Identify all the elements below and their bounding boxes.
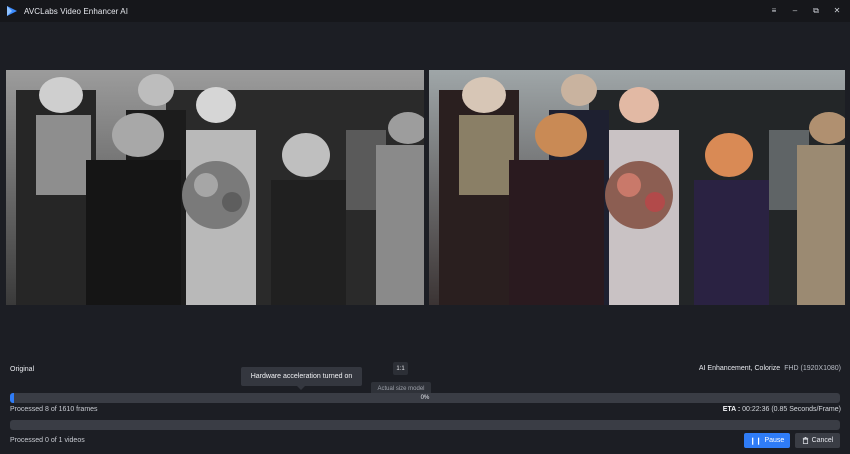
title-bar: AVCLabs Video Enhancer AI ≡ – ⧉ ✕ (0, 0, 850, 22)
pause-icon: ❙❙ (749, 437, 762, 445)
enhancement-mode-label: AI Enhancement, Colorize (698, 365, 781, 372)
close-icon[interactable]: ✕ (832, 6, 842, 16)
original-preview (6, 70, 424, 305)
trash-icon (802, 437, 808, 444)
resolution-label: FHD (1920X1080) (784, 365, 841, 372)
frames-progress-bar: 0% (10, 393, 840, 403)
cancel-button-label: Cancel (811, 437, 834, 444)
cancel-button[interactable]: Cancel (795, 433, 840, 448)
original-frame-image (6, 70, 424, 305)
eta-value: 00:22:36 (0.85 Seconds/Frame) (742, 406, 841, 413)
frames-status: Processed 8 of 1610 frames (10, 406, 98, 413)
minimize-icon[interactable]: – (790, 6, 800, 16)
window-controls: ≡ – ⧉ ✕ (769, 0, 842, 22)
pause-button[interactable]: ❙❙ Pause (744, 433, 790, 448)
videos-status: Processed 0 of 1 videos (10, 437, 85, 444)
pause-button-label: Pause (764, 437, 785, 444)
enhanced-preview (429, 70, 845, 305)
enhancement-label: AI Enhancement, Colorize FHD (1920X1080) (699, 365, 841, 372)
app-title: AVCLabs Video Enhancer AI (24, 6, 129, 16)
frames-progress-percent: 0% (420, 395, 430, 401)
menu-icon[interactable]: ≡ (769, 6, 779, 16)
original-label: Original (10, 366, 35, 373)
videos-progress-bar (10, 420, 840, 430)
actual-size-button[interactable]: 1:1 (393, 362, 408, 375)
eta-status: ETA : 00:22:36 (0.85 Seconds/Frame) (723, 406, 841, 413)
enhanced-frame-image (429, 70, 845, 305)
app-logo-icon (7, 6, 17, 16)
hardware-acceleration-tooltip: Hardware acceleration turned on (241, 367, 362, 390)
restore-icon[interactable]: ⧉ (811, 6, 821, 16)
eta-label: ETA : (722, 406, 741, 413)
